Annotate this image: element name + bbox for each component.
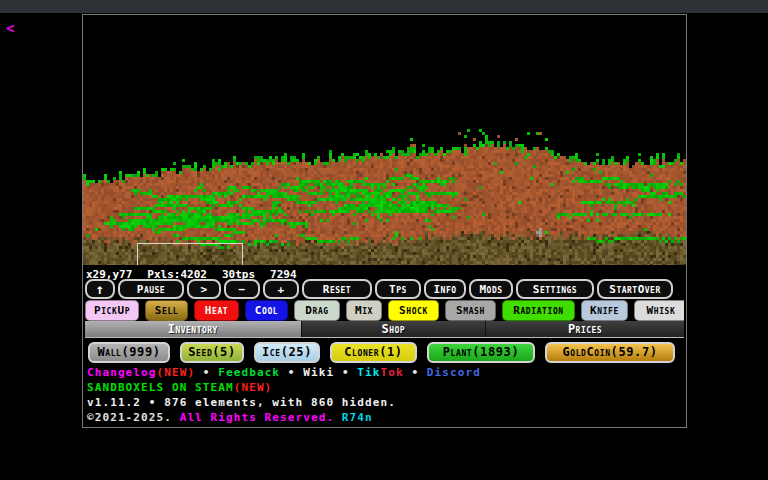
- control-pause-button[interactable]: Pause: [118, 279, 184, 299]
- link--new-: (NEW): [157, 366, 196, 379]
- tab-inventory[interactable]: Inventory: [85, 321, 301, 337]
- control-startover-button[interactable]: StartOver: [597, 279, 673, 299]
- link-tok[interactable]: Tok: [381, 366, 404, 379]
- control-zoom-out-button[interactable]: −: [224, 279, 260, 299]
- category-heat-button[interactable]: Heat: [194, 300, 239, 321]
- inventory-item-cloner[interactable]: Cloner(1): [330, 342, 417, 363]
- inventory-item-seed[interactable]: Seed(5): [180, 342, 244, 363]
- control-info-button[interactable]: Info: [424, 279, 466, 299]
- category-drag-button[interactable]: Drag: [294, 300, 340, 321]
- link-feedback[interactable]: Feedback: [218, 366, 280, 379]
- category-shock-button[interactable]: Shock: [388, 300, 439, 321]
- copyright--2021-2025-: ©2021-2025.: [87, 411, 180, 424]
- controls-row: ↑Pause>−+ResetTpsInfoModsSettingsStartOv…: [85, 279, 684, 299]
- tab-shop[interactable]: Shop: [301, 321, 485, 337]
- copyright-all-rights-reserved-: All Rights Reserved.: [180, 411, 334, 424]
- control-mods-button[interactable]: Mods: [469, 279, 513, 299]
- link-tik[interactable]: Tik: [357, 366, 380, 379]
- link-separator: •: [334, 366, 357, 379]
- window-titlebar: [0, 0, 768, 13]
- version-text: v1.11.2 • 876 elements, with 860 hidden.: [85, 396, 684, 409]
- inventory-item-goldcoin[interactable]: GoldCoin(59.7): [545, 342, 675, 363]
- categories-row: PickUp Sell Heat Cool Drag Mix Shock Smash Radia…: [85, 300, 684, 321]
- control-scroll-up-button[interactable]: ↑: [85, 279, 115, 299]
- control-step-button[interactable]: >: [187, 279, 221, 299]
- control-reset-button[interactable]: Reset: [302, 279, 372, 299]
- link-wiki[interactable]: Wiki: [303, 366, 334, 379]
- link-separator: •: [404, 366, 427, 379]
- steam-banner: SANDBOXELS ON STEAM(NEW): [85, 381, 684, 394]
- copyright-line: ©2021-2025. All Rights Reserved. R74n: [85, 411, 684, 424]
- category-knife-button[interactable]: Knife: [581, 300, 628, 321]
- inventory-item-ice[interactable]: Ice(25): [254, 342, 320, 363]
- back-arrow-icon[interactable]: <: [6, 21, 14, 35]
- control-settings-button[interactable]: Settings: [516, 279, 594, 299]
- game-container: x29,y77Pxls:420230tps7294 ↑Pause>−+Reset…: [82, 14, 687, 428]
- link-separator: •: [195, 366, 218, 379]
- simulation-canvas[interactable]: [83, 15, 686, 265]
- link-separator: •: [280, 366, 303, 379]
- category-whisk-button[interactable]: Whisk: [634, 300, 684, 321]
- steam-sandboxels-on-steam[interactable]: SANDBOXELS ON STEAM: [87, 381, 234, 394]
- tab-prices[interactable]: Prices: [485, 321, 684, 337]
- category-cool-button[interactable]: Cool: [245, 300, 288, 321]
- category-sell-button[interactable]: Sell: [145, 300, 188, 321]
- tabs-row: InventoryShopPrices: [85, 321, 684, 338]
- inventory-item-plant[interactable]: Plant(1893): [427, 342, 535, 363]
- footer-links: Changelog(NEW) • Feedback • Wiki • TikTo…: [85, 366, 684, 379]
- inventory-row: Wall(999) Seed(5) Ice(25) Cloner(1) Plant(18…: [85, 342, 684, 363]
- category-pickup-button[interactable]: PickUp: [85, 300, 139, 321]
- control-tps-button[interactable]: Tps: [375, 279, 421, 299]
- link-changelog[interactable]: Changelog: [87, 366, 157, 379]
- link-discord[interactable]: Discord: [427, 366, 481, 379]
- category-radiation-button[interactable]: Radiation: [502, 300, 575, 321]
- inventory-item-wall[interactable]: Wall(999): [88, 342, 170, 363]
- copyright--r74n[interactable]: R74n: [334, 411, 373, 424]
- category-mix-button[interactable]: Mix: [346, 300, 382, 321]
- steam--new-: (NEW): [234, 381, 273, 394]
- category-smash-button[interactable]: Smash: [445, 300, 496, 321]
- control-zoom-in-button[interactable]: +: [263, 279, 299, 299]
